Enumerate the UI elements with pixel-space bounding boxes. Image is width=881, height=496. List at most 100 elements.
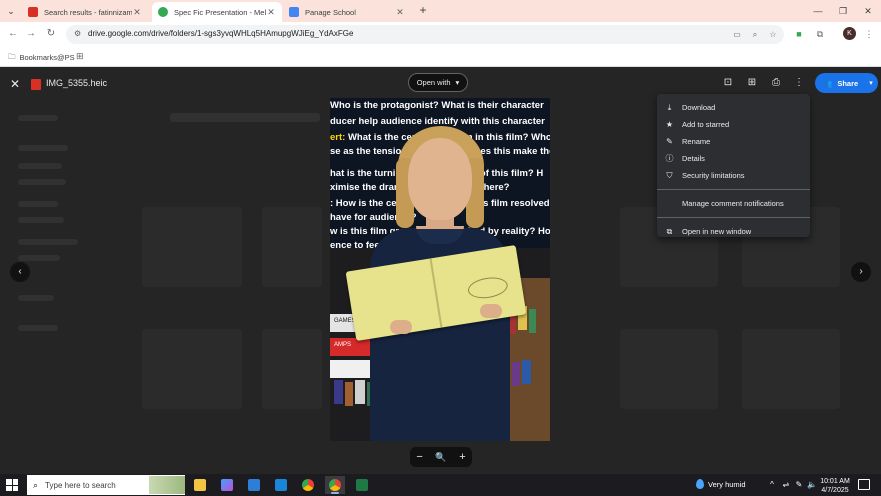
tab-title: Spec Fic Presentation - Mellia <box>174 7 266 17</box>
search-placeholder: Type here to search <box>45 480 116 490</box>
zoom-in-icon[interactable]: + <box>459 451 465 463</box>
copilot-icon <box>221 479 233 491</box>
tab-spec-fic-presentation[interactable]: Spec Fic Presentation - Mellia ✕ <box>152 2 282 22</box>
menu-item-details[interactable]: ⓘ Details <box>657 150 810 167</box>
search-icon: ⌕ <box>33 479 39 490</box>
humidity-drop-icon <box>696 479 704 489</box>
menu-item-label: Open in new window <box>682 227 752 236</box>
bookmark-star-icon[interactable]: ☆ <box>767 29 779 40</box>
close-viewer-icon[interactable]: ✕ <box>8 77 22 91</box>
taskbar-store[interactable] <box>244 476 264 494</box>
add-to-drive-icon[interactable]: ⊡ <box>721 76 735 90</box>
magnifier-icon[interactable]: 🔍 <box>435 452 446 463</box>
slide-text-line: Who is the protagonist? What is their ch… <box>330 100 544 111</box>
taskbar-copilot[interactable] <box>217 476 237 494</box>
file-name: IMG_5355.heic <box>46 78 108 88</box>
apps-grid-icon[interactable]: ⊞ <box>76 51 84 62</box>
taskbar-chrome[interactable] <box>298 476 318 494</box>
tab-strip: ⌄ Search results - fatinnizamudd ✕ Spec … <box>0 0 881 22</box>
zoom-controls: − 🔍 + <box>410 447 472 467</box>
cast-icon[interactable]: ▭ <box>731 29 743 40</box>
zoom-out-icon[interactable]: − <box>416 451 422 463</box>
menu-item-rename[interactable]: ✎ Rename <box>657 133 810 150</box>
menu-divider <box>657 189 810 190</box>
new-tab-plus-icon[interactable]: + <box>416 4 430 18</box>
notification-center-icon[interactable] <box>858 479 870 490</box>
taskbar-file-explorer[interactable] <box>190 476 210 494</box>
share-button[interactable]: 👥 Share ▾ <box>815 73 878 93</box>
drive-favicon-icon <box>158 7 168 17</box>
pen-icon[interactable]: ✎ <box>793 479 805 491</box>
back-arrow-icon[interactable]: ← <box>6 27 20 41</box>
star-icon: ★ <box>665 120 674 129</box>
reload-icon[interactable]: ↻ <box>44 27 58 41</box>
taskbar-mail[interactable] <box>271 476 291 494</box>
menu-item-download[interactable]: ⤓ Download <box>657 99 810 116</box>
minimize-icon[interactable]: — <box>809 3 827 19</box>
open-new-window-icon: ⧉ <box>666 226 673 236</box>
folder-icon <box>194 479 206 491</box>
menu-item-security-limitations[interactable]: ⛉ Security limitations <box>657 167 810 184</box>
windows-start-icon[interactable] <box>6 479 18 491</box>
pencil-icon: ✎ <box>666 137 673 146</box>
menu-item-label: Details <box>682 154 705 163</box>
site-info-icon[interactable]: ⚙ <box>74 29 81 38</box>
add-comment-icon[interactable]: ⊞ <box>745 76 759 90</box>
tray-chevron-icon[interactable]: ^ <box>766 479 778 491</box>
tab-close-icon[interactable]: ✕ <box>132 7 142 18</box>
share-label: Share <box>837 78 859 88</box>
extension-green-icon[interactable]: ■ <box>792 27 806 41</box>
zoom-icon[interactable]: ⌕ <box>749 29 761 40</box>
tab-close-icon[interactable]: ✕ <box>266 7 276 18</box>
chrome-menu-icon[interactable]: ⋮ <box>862 27 876 41</box>
open-with-label: Open with <box>416 78 451 87</box>
bookmark-label: Bookmarks@PS <box>19 53 75 62</box>
weather-text: Very humid <box>708 479 746 489</box>
address-bar[interactable]: ⚙ drive.google.com/drive/folders/1-sgs3y… <box>66 25 784 44</box>
window-close-icon[interactable]: ✕ <box>859 3 877 19</box>
menu-item-open-in-new-window[interactable]: ⧉ Open in new window <box>657 223 810 240</box>
tab-close-icon[interactable]: ✕ <box>395 7 405 18</box>
clock-time: 10:01 AM <box>820 478 850 485</box>
restore-icon[interactable]: ❐ <box>834 3 852 19</box>
chrome-icon <box>302 479 314 491</box>
bookmark-folder[interactable]: 🗀 Bookmarks@PS <box>8 51 75 64</box>
tab-panage-school[interactable]: Panage School ✕ <box>283 2 411 22</box>
menu-item-add-to-starred[interactable]: ★ Add to starred <box>657 116 810 133</box>
open-with-button[interactable]: Open with ▾ <box>408 73 468 92</box>
weather-widget[interactable]: Very humid <box>696 479 746 489</box>
profile-avatar[interactable]: K <box>843 27 856 40</box>
taskbar-chrome-active[interactable] <box>325 476 345 494</box>
print-icon[interactable]: ⎙ <box>769 76 783 90</box>
menu-divider <box>657 217 810 218</box>
forward-arrow-icon[interactable]: → <box>24 27 38 41</box>
mail-icon <box>275 479 287 491</box>
volume-icon[interactable]: 🔈 <box>806 479 818 491</box>
image-file-icon <box>31 79 41 90</box>
taskbar-clock[interactable]: 10:01 AM 4/7/2025 <box>818 477 852 495</box>
share-dropdown-icon[interactable]: ▾ <box>869 79 873 87</box>
tab-search-results[interactable]: Search results - fatinnizamudd ✕ <box>22 2 148 22</box>
previous-file-icon[interactable]: ‹ <box>10 262 30 282</box>
more-actions-icon[interactable]: ⋮ <box>792 76 806 90</box>
menu-item-label: Security limitations <box>682 171 745 180</box>
taskbar-search-box[interactable]: ⌕ Type here to search <box>27 475 185 495</box>
more-actions-menu: ⤓ Download ★ Add to starred ✎ Rename ⓘ D… <box>657 94 810 237</box>
menu-item-label: Rename <box>682 137 711 146</box>
taskbar-excel[interactable] <box>352 476 372 494</box>
people-icon: 👥 <box>823 78 833 88</box>
person-face <box>408 138 472 220</box>
menu-item-manage-comment-notifications[interactable]: Manage comment notifications <box>657 195 810 212</box>
chrome-icon <box>329 479 341 491</box>
info-icon: ⓘ <box>665 154 674 163</box>
menu-item-label: Add to starred <box>682 120 730 129</box>
extensions-puzzle-icon[interactable]: ⧉ <box>813 27 827 41</box>
menu-item-label: Download <box>682 103 716 112</box>
search-highlight-image <box>149 476 185 494</box>
tab-search-chevron-icon[interactable]: ⌄ <box>4 4 18 18</box>
tab-title: Search results - fatinnizamudd <box>44 7 132 17</box>
classroom-favicon-icon <box>289 7 299 17</box>
drive-file-viewer: ✕ IMG_5355.heic Open with ▾ ⊡ ⊞ ⎙ ⋮ 👥 Sh… <box>0 67 881 474</box>
next-file-icon[interactable]: › <box>851 262 871 282</box>
network-icon[interactable]: ⇌ <box>780 479 792 491</box>
